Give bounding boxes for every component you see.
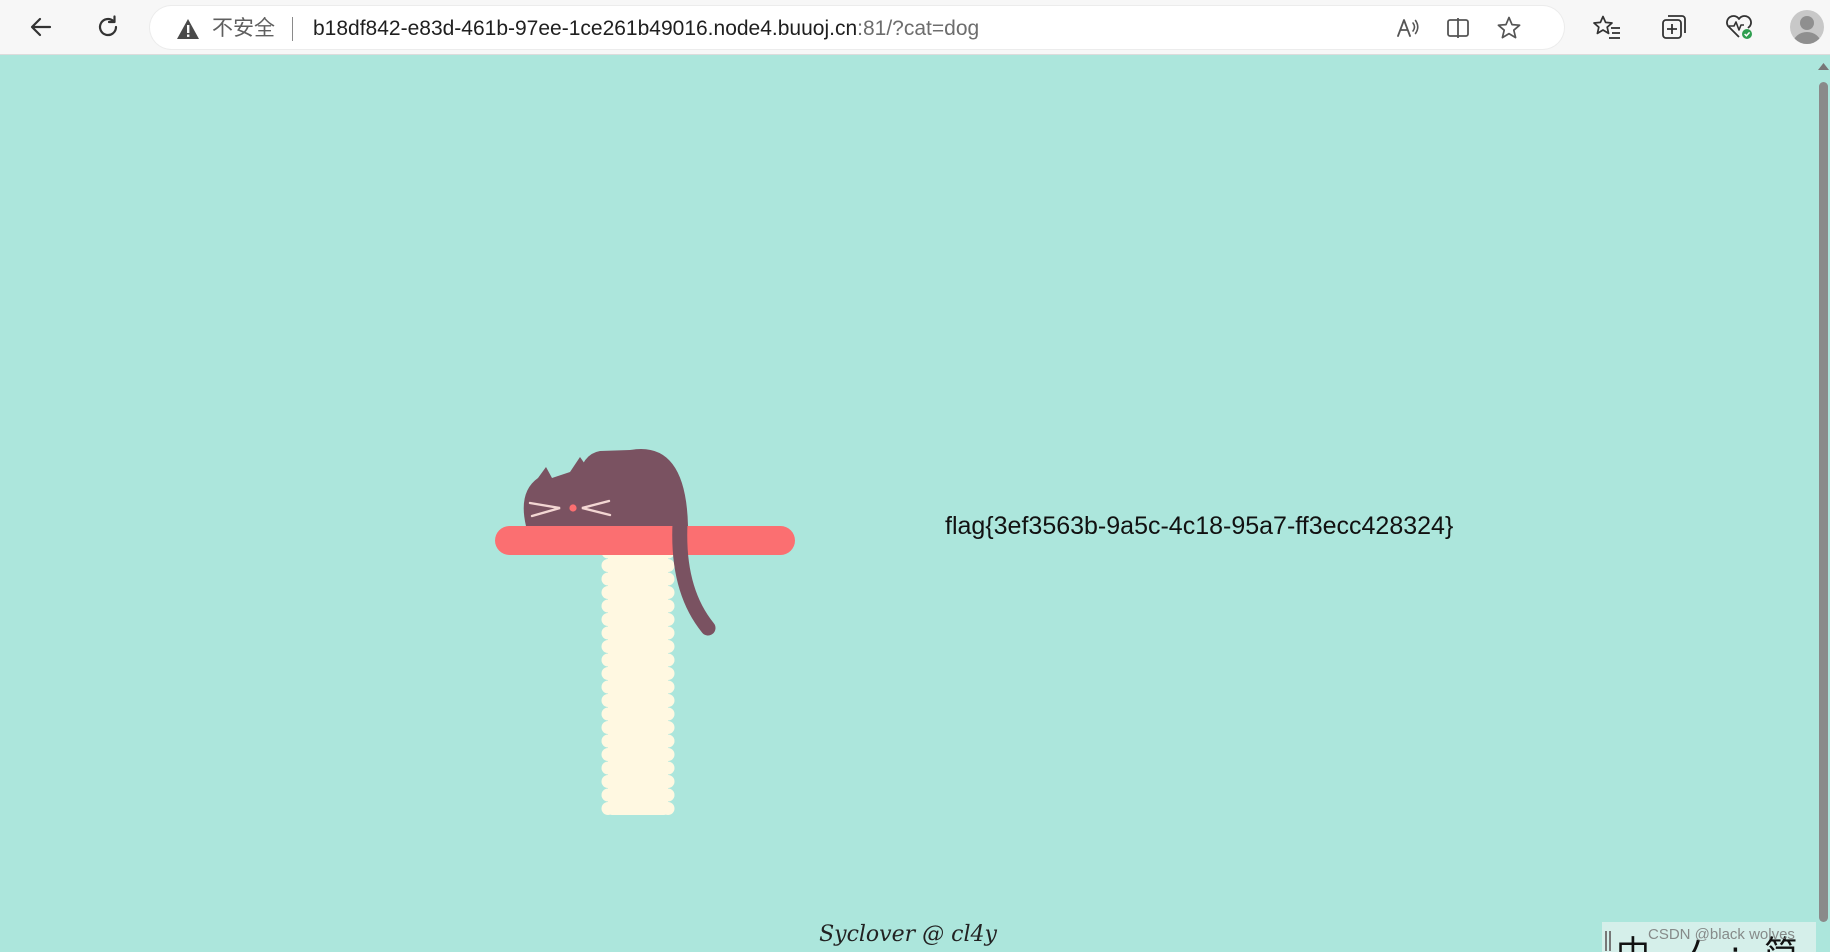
favorite-button[interactable] bbox=[1493, 12, 1525, 44]
post-scallop bbox=[601, 653, 615, 667]
cat-illustration bbox=[495, 448, 795, 815]
post-scallop bbox=[601, 667, 615, 680]
post-scallop bbox=[661, 586, 675, 599]
address-separator bbox=[292, 17, 293, 41]
favorites-list-icon bbox=[1593, 15, 1620, 39]
post-scallop bbox=[601, 640, 615, 653]
profile-avatar[interactable] bbox=[1790, 10, 1824, 44]
post-scallop bbox=[661, 734, 675, 748]
url-text[interactable]: b18df842-e83d-461b-97ee-1ce261b49016.nod… bbox=[313, 18, 979, 39]
drag-handle[interactable] bbox=[1605, 931, 1611, 951]
star-icon bbox=[1497, 16, 1521, 39]
post-scallop bbox=[601, 707, 615, 721]
back-button[interactable] bbox=[22, 8, 60, 46]
browser-toolbar: 不安全 b18df842-e83d-461b-97ee-1ce261b49016… bbox=[0, 0, 1830, 55]
split-screen-button[interactable] bbox=[1442, 12, 1474, 44]
post-scallop bbox=[601, 694, 615, 707]
post-scallop bbox=[661, 748, 675, 761]
post-scallop bbox=[661, 653, 675, 667]
post-scallop bbox=[661, 775, 675, 788]
refresh-button[interactable] bbox=[89, 8, 127, 46]
flag-text: flag{3ef3563b-9a5c-4c18-95a7-ff3ecc42832… bbox=[945, 512, 1454, 540]
post-scallop bbox=[601, 721, 615, 734]
post-scallop bbox=[661, 788, 675, 802]
refresh-icon bbox=[98, 15, 118, 37]
user-icon bbox=[1793, 16, 1821, 44]
cat-nose bbox=[569, 504, 577, 512]
back-arrow-icon bbox=[30, 17, 52, 37]
scratching-post bbox=[601, 545, 675, 815]
post-scallop bbox=[601, 788, 615, 802]
post-scallop bbox=[661, 572, 675, 586]
footer-credit: Syclover @ cl4y bbox=[819, 922, 997, 947]
url-path: :81/?cat=dog bbox=[857, 17, 980, 40]
post-scallop bbox=[661, 613, 675, 626]
post-scallop bbox=[601, 734, 615, 748]
post-scallop bbox=[601, 586, 615, 599]
post-scallop bbox=[601, 599, 615, 613]
address-bar[interactable]: 不安全 b18df842-e83d-461b-97ee-1ce261b49016… bbox=[150, 6, 1564, 49]
post-scallop bbox=[601, 680, 615, 694]
collections-button[interactable] bbox=[1655, 8, 1693, 46]
post-scallop bbox=[601, 613, 615, 626]
favorites-button[interactable] bbox=[1588, 8, 1626, 46]
security-status[interactable]: 不安全 bbox=[212, 18, 275, 39]
warning-icon[interactable] bbox=[176, 18, 200, 40]
scroll-up-arrow-icon[interactable] bbox=[1818, 62, 1829, 70]
heart-pulse-icon bbox=[1726, 15, 1752, 39]
post-scallop bbox=[661, 694, 675, 707]
post-scallop bbox=[661, 802, 675, 815]
split-screen-icon bbox=[1447, 18, 1469, 38]
read-aloud-button[interactable] bbox=[1392, 12, 1424, 44]
post-scallop bbox=[661, 761, 675, 775]
post-scallop bbox=[601, 559, 615, 572]
post-scallop bbox=[661, 707, 675, 721]
post-scallop bbox=[601, 775, 615, 788]
post-scallop bbox=[661, 680, 675, 694]
watermark: CSDN @black wolves bbox=[1648, 926, 1795, 943]
post-scallop bbox=[661, 599, 675, 613]
post-scallop bbox=[661, 667, 675, 680]
perch-platform bbox=[495, 526, 795, 555]
post-scallop bbox=[601, 626, 615, 640]
post-scallop bbox=[661, 721, 675, 734]
url-host: b18df842-e83d-461b-97ee-1ce261b49016.nod… bbox=[313, 17, 858, 40]
collections-icon bbox=[1662, 15, 1686, 39]
post-scallop bbox=[661, 559, 675, 572]
read-aloud-icon bbox=[1397, 19, 1419, 37]
post-scallop bbox=[661, 640, 675, 653]
post-scallop bbox=[661, 626, 675, 640]
post-scallop bbox=[601, 748, 615, 761]
browser-essentials-button[interactable] bbox=[1720, 8, 1758, 46]
post-scallop bbox=[601, 761, 615, 775]
post-scallop bbox=[601, 572, 615, 586]
post-scallop bbox=[601, 802, 615, 815]
scrollbar-thumb[interactable] bbox=[1819, 82, 1828, 922]
